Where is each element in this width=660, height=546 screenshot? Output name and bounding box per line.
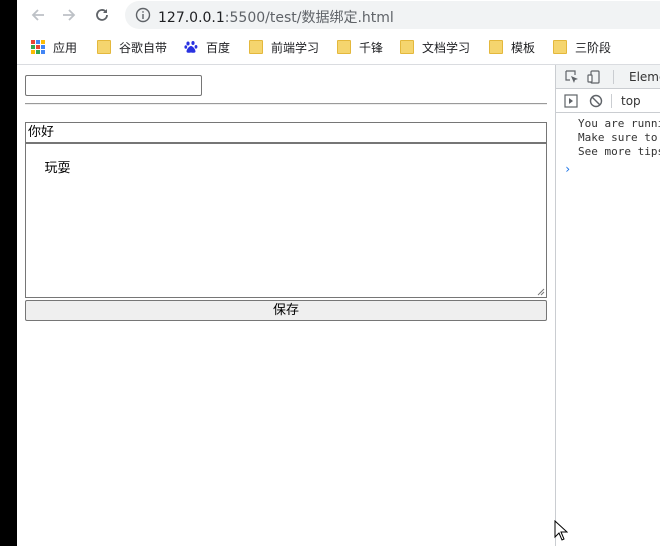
bookmark-docs[interactable]: 文档学习 — [400, 39, 470, 55]
folder-icon — [337, 40, 351, 54]
toolbar-divider — [611, 94, 612, 108]
url-text[interactable]: 127.0.0.1:5500/test/数据绑定.html — [158, 7, 394, 27]
console-message: You are runni — [578, 117, 660, 130]
textarea-text: 玩耍 — [44, 161, 71, 176]
bookmark-baidu[interactable]: 百度 — [184, 39, 230, 55]
bookmark-apps[interactable]: 应用 — [31, 39, 77, 55]
bookmark-label: 模板 — [511, 40, 536, 55]
browser-toolbar: 127.0.0.1:5500/test/数据绑定.html — [17, 0, 660, 30]
forward-button[interactable] — [58, 4, 80, 26]
arrow-left-icon — [31, 9, 44, 21]
bookmarks-bar: 应用 谷歌自带 百度 前端学习 千锋 文档学习 模板 三阶段 — [17, 31, 660, 65]
horizontal-rule — [25, 103, 547, 105]
bookmark-stage-three[interactable]: 三阶段 — [553, 39, 611, 55]
console-message: See more tips — [578, 145, 660, 158]
baidu-paw-icon — [184, 41, 198, 53]
back-button[interactable] — [27, 4, 49, 26]
text-input[interactable] — [25, 75, 202, 96]
bookmark-label: 应用 — [53, 40, 78, 55]
content-textarea[interactable]: 玩耍 — [25, 143, 547, 298]
folder-icon — [97, 40, 111, 54]
folder-icon — [489, 40, 503, 54]
reload-button[interactable] — [91, 4, 113, 26]
device-toolbar-icon[interactable] — [587, 70, 601, 84]
url-host: 127.0.0.1 — [158, 10, 225, 26]
bookmark-label: 千锋 — [359, 40, 384, 55]
info-icon[interactable] — [135, 7, 151, 23]
mouse-cursor-icon — [554, 520, 568, 541]
toolbar-divider — [613, 70, 614, 84]
page-content: 你好 玩耍 保存 — [17, 65, 555, 546]
resize-handle-icon[interactable] — [536, 287, 545, 296]
address-bar[interactable]: 127.0.0.1:5500/test/数据绑定.html — [125, 1, 660, 29]
bookmark-templates[interactable]: 模板 — [489, 39, 535, 55]
bookmark-qianfeng[interactable]: 千锋 — [337, 39, 383, 55]
clear-console-icon[interactable] — [589, 94, 603, 108]
context-selector[interactable]: top — [621, 94, 641, 108]
apps-grid-icon — [31, 40, 45, 54]
folder-icon — [249, 40, 263, 54]
title-input[interactable]: 你好 — [25, 122, 547, 143]
console-prompt[interactable]: › — [564, 162, 571, 176]
left-edge-strip — [0, 0, 17, 546]
devtools-panel: Eleme top You are runni Make sure to See… — [555, 65, 660, 546]
tab-elements[interactable]: Eleme — [629, 70, 660, 84]
bookmark-label: 谷歌自带 — [119, 40, 168, 55]
save-button[interactable]: 保存 — [25, 300, 547, 321]
devtools-tab-bar: Eleme — [556, 65, 660, 89]
bookmark-label: 百度 — [206, 40, 231, 55]
bookmark-label: 三阶段 — [575, 40, 612, 55]
sidebar-toggle-icon[interactable] — [564, 94, 578, 108]
reload-icon — [96, 9, 108, 21]
url-path: :5500/test/数据绑定.html — [224, 10, 394, 26]
bookmark-label: 文档学习 — [422, 40, 471, 55]
arrow-right-icon — [63, 9, 76, 21]
folder-icon — [553, 40, 567, 54]
folder-icon — [400, 40, 414, 54]
bookmark-frontend[interactable]: 前端学习 — [249, 39, 319, 55]
bookmark-label: 前端学习 — [271, 40, 320, 55]
console-toolbar: top — [556, 89, 660, 113]
inspect-element-icon[interactable] — [565, 70, 579, 84]
bookmark-google[interactable]: 谷歌自带 — [97, 39, 167, 55]
console-message: Make sure to — [578, 131, 660, 144]
